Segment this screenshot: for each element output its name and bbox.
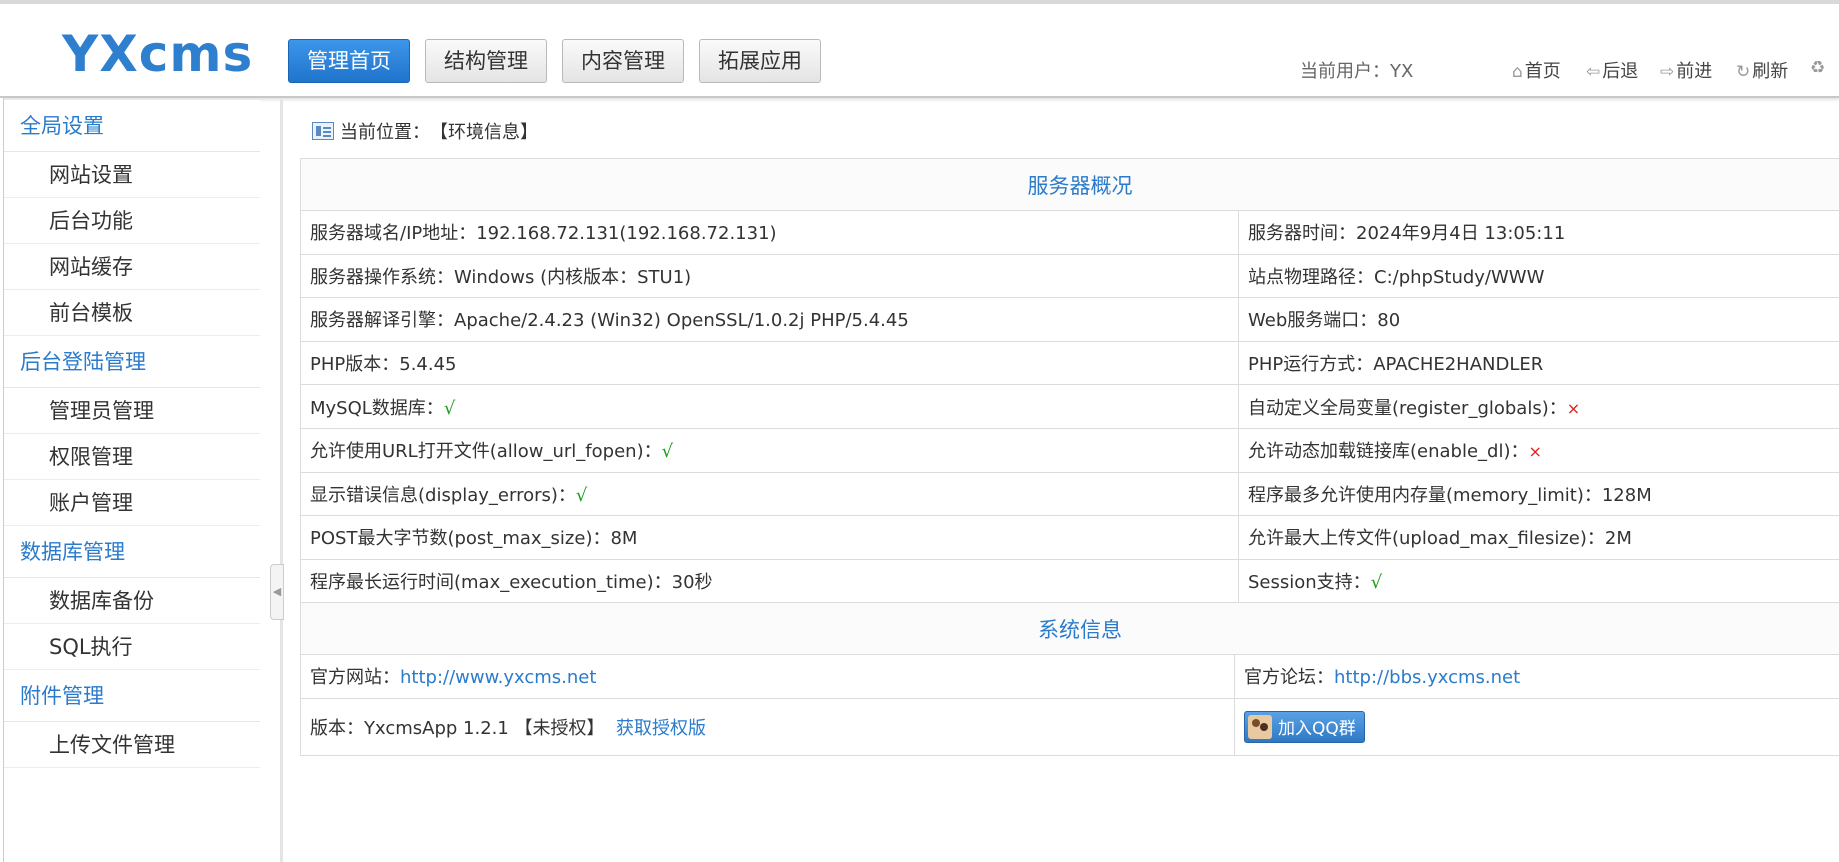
display-errors: 显示错误信息(display_errors)：√ <box>300 471 1239 517</box>
enable-dl: 允许动态加载链接库(enable_dl)：× <box>1238 427 1839 473</box>
table-row: POST最大字节数(post_max_size)：8M 允许最大上传文件(upl… <box>300 515 1839 560</box>
chevron-left-icon: ◀ <box>272 585 282 598</box>
memory-limit: 程序最多允许使用内存量(memory_limit)：128M <box>1238 471 1839 517</box>
server-overview-table: 服务器概况 服务器域名/IP地址：192.168.72.131(192.168.… <box>300 158 1839 604</box>
table-row: PHP版本：5.4.45 PHP运行方式：APACHE2HANDLER <box>300 340 1839 386</box>
sidebar-item-sql-execute[interactable]: SQL执行 <box>4 624 260 670</box>
sidebar-item-upload-file-management[interactable]: 上传文件管理 <box>4 722 260 768</box>
sidebar-item-frontend-templates[interactable]: 前台模板 <box>4 290 260 336</box>
sidebar: 全局设置 网站设置 后台功能 网站缓存 前台模板 后台登陆管理 管理员管理 权限… <box>4 100 260 862</box>
nav-content-management[interactable]: 内容管理 <box>562 39 684 83</box>
table-row: 服务器解译引擎：Apache/2.4.23 (Win32) OpenSSL/1.… <box>300 297 1839 342</box>
table-row: MySQL数据库：√ 自动定义全局变量(register_globals)：× <box>300 384 1839 429</box>
sidebar-group-login-management[interactable]: 后台登陆管理 <box>4 336 260 388</box>
sidebar-item-site-cache[interactable]: 网站缓存 <box>4 244 260 290</box>
mysql-support: MySQL数据库：√ <box>300 384 1239 429</box>
server-time: 服务器时间：2024年9月4日 13:05:11 <box>1238 210 1839 255</box>
table-row: 版本：YxcmsApp 1.2.1 【未授权】 获取授权版 加入QQ群 <box>300 697 1839 756</box>
php-run-mode: PHP运行方式：APACHE2HANDLER <box>1238 340 1839 386</box>
sidebar-item-admin-management[interactable]: 管理员管理 <box>4 388 260 434</box>
nav-admin-home[interactable]: 管理首页 <box>288 39 410 83</box>
quick-link-forward[interactable]: ⇨ 前进 <box>1660 57 1712 83</box>
location-value: 【环境信息】 <box>430 122 538 143</box>
table-row: 服务器域名/IP地址：192.168.72.131(192.168.72.131… <box>300 210 1839 255</box>
nav-extension-apps[interactable]: 拓展应用 <box>699 39 821 83</box>
yxcms-logo[interactable]: YXcms <box>62 26 253 82</box>
forward-arrow-icon: ⇨ <box>1660 62 1675 82</box>
sidebar-group-database-management[interactable]: 数据库管理 <box>4 526 260 578</box>
site-physical-path: 站点物理路径：C:/phpStudy/WWW <box>1238 253 1839 299</box>
sidebar-collapse-handle[interactable]: ◀ <box>270 564 284 620</box>
version-info: 版本：YxcmsApp 1.2.1 【未授权】 获取授权版 <box>300 697 1235 756</box>
back-arrow-icon: ⇦ <box>1586 62 1601 82</box>
session-support: Session支持：√ <box>1238 558 1839 604</box>
web-port: Web服务端口：80 <box>1238 297 1839 342</box>
sidebar-group-attachment-management[interactable]: 附件管理 <box>4 670 260 722</box>
check-icon: √ <box>661 441 674 463</box>
table-row: 显示错误信息(display_errors)：√ 程序最多允许使用内存量(mem… <box>300 471 1839 517</box>
post-max-size: POST最大字节数(post_max_size)：8M <box>300 515 1239 560</box>
check-icon: √ <box>443 397 456 419</box>
main-content: 当前位置： 【环境信息】 服务器概况 服务器域名/IP地址：192.168.72… <box>284 100 1839 862</box>
official-forum-link[interactable]: http://bbs.yxcms.net <box>1334 667 1520 688</box>
php-version: PHP版本：5.4.45 <box>300 340 1239 386</box>
qq-group-cell: 加入QQ群 <box>1234 697 1839 756</box>
sidebar-item-backend-functions[interactable]: 后台功能 <box>4 198 260 244</box>
cross-icon: × <box>1528 442 1542 462</box>
register-globals: 自动定义全局变量(register_globals)：× <box>1238 384 1839 429</box>
top-header: YXcms 管理首页 结构管理 内容管理 拓展应用 当前用户：YX ⌂ 首页 ⇦ 后… <box>0 0 1839 98</box>
system-info-table: 系统信息 官方网站：http://www.yxcms.net 官方论坛：http… <box>300 602 1839 756</box>
location-panel-icon <box>312 122 334 140</box>
sidebar-group-global-settings[interactable]: 全局设置 <box>4 100 260 152</box>
allow-url-fopen: 允许使用URL打开文件(allow_url_fopen)：√ <box>300 427 1239 473</box>
server-overview-title: 服务器概况 <box>300 158 1839 211</box>
sidebar-item-permission-management[interactable]: 权限管理 <box>4 434 260 480</box>
table-row: 官方网站：http://www.yxcms.net 官方论坛：http://bb… <box>300 654 1839 699</box>
sidebar-item-site-settings[interactable]: 网站设置 <box>4 152 260 198</box>
cross-icon: × <box>1566 398 1581 418</box>
quick-link-back[interactable]: ⇦ 后退 <box>1586 57 1638 83</box>
sidebar-item-account-management[interactable]: 账户管理 <box>4 480 260 526</box>
system-info-title: 系统信息 <box>300 602 1839 655</box>
location-label: 当前位置： <box>340 122 430 143</box>
check-icon: √ <box>1370 572 1383 594</box>
official-site: 官方网站：http://www.yxcms.net <box>300 654 1235 699</box>
breadcrumb: 当前位置： 【环境信息】 <box>312 118 538 144</box>
nav-structure-management[interactable]: 结构管理 <box>425 39 547 83</box>
table-row: 程序最长运行时间(max_execution_time)：30秒 Session… <box>300 558 1839 604</box>
table-row: 服务器操作系统：Windows (内核版本：STU1) 站点物理路径：C:/ph… <box>300 253 1839 299</box>
home-icon: ⌂ <box>1512 62 1523 82</box>
get-license-link[interactable]: 获取授权版 <box>616 718 706 739</box>
server-engine: 服务器解译引擎：Apache/2.4.23 (Win32) OpenSSL/1.… <box>300 297 1239 342</box>
official-site-link[interactable]: http://www.yxcms.net <box>400 667 596 688</box>
refresh-icon: ↻ <box>1736 62 1751 82</box>
join-qq-group-button[interactable]: 加入QQ群 <box>1244 710 1365 743</box>
max-execution-time: 程序最长运行时间(max_execution_time)：30秒 <box>300 558 1239 604</box>
sidebar-splitter <box>280 100 283 862</box>
server-ip: 服务器域名/IP地址：192.168.72.131(192.168.72.131… <box>300 210 1239 255</box>
table-row: 允许使用URL打开文件(allow_url_fopen)：√ 允许动态加载链接库… <box>300 427 1839 473</box>
qq-people-icon <box>1248 714 1272 739</box>
server-os: 服务器操作系统：Windows (内核版本：STU1) <box>300 253 1239 299</box>
official-forum: 官方论坛：http://bbs.yxcms.net <box>1234 654 1839 699</box>
upload-max-filesize: 允许最大上传文件(upload_max_filesize)：2M <box>1238 515 1839 560</box>
recycle-icon[interactable]: ♻ <box>1810 57 1827 78</box>
quick-link-refresh[interactable]: ↻ 刷新 <box>1736 57 1788 83</box>
check-icon: √ <box>575 484 588 506</box>
sidebar-item-database-backup[interactable]: 数据库备份 <box>4 578 260 624</box>
current-user-label: 当前用户：YX <box>1300 61 1414 82</box>
quick-link-home[interactable]: ⌂ 首页 <box>1512 57 1561 83</box>
